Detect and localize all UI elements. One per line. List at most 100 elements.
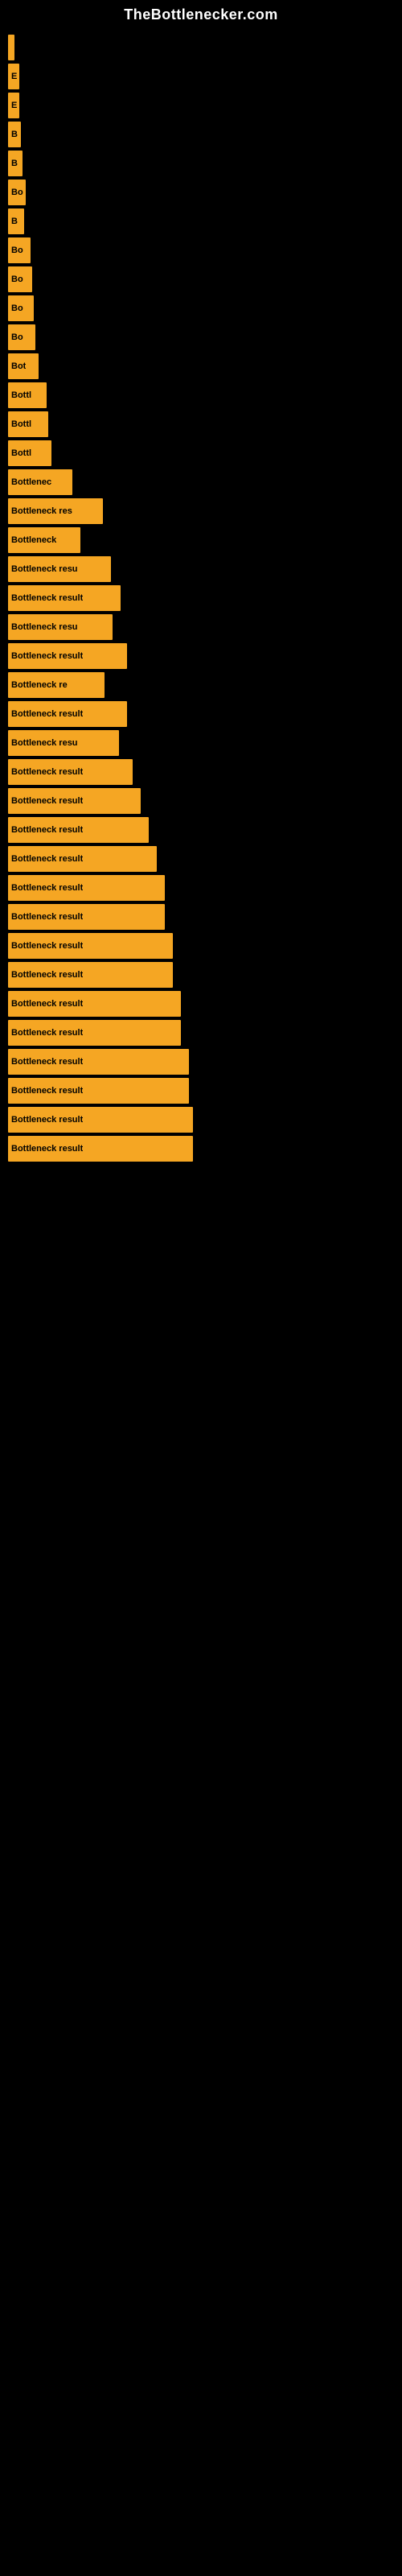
bar-row: Bottleneck result bbox=[8, 933, 402, 959]
bar-label: E bbox=[11, 101, 17, 110]
bar-label: Bo bbox=[11, 332, 23, 342]
bar-row: Bottleneck result bbox=[8, 585, 402, 611]
bar-row: Bottleneck result bbox=[8, 962, 402, 988]
bar-row: Bo bbox=[8, 180, 402, 205]
bar-label: Bottleneck result bbox=[11, 1028, 83, 1038]
bar-label: Bottleneck bbox=[11, 535, 56, 545]
bar-label: Bottleneck result bbox=[11, 1086, 83, 1096]
bar-row: Bottleneck resu bbox=[8, 614, 402, 640]
bar-item: B bbox=[8, 122, 21, 147]
bar-row: B bbox=[8, 151, 402, 176]
bar-item: Bo bbox=[8, 266, 32, 292]
bar-row: Bottleneck result bbox=[8, 788, 402, 814]
bar-item: Bottleneck result bbox=[8, 817, 149, 843]
bar-item: Bottleneck result bbox=[8, 1136, 193, 1162]
bar-label: Bottleneck result bbox=[11, 825, 83, 835]
bar-row: Bottleneck res bbox=[8, 498, 402, 524]
bar-label: Bottleneck resu bbox=[11, 738, 78, 748]
bar-label: Bottleneck result bbox=[11, 883, 83, 893]
bar-label: Bottleneck result bbox=[11, 999, 83, 1009]
bar-label: Bottleneck res bbox=[11, 506, 72, 516]
bar-row: Bottleneck result bbox=[8, 1049, 402, 1075]
bar-label: Bottleneck result bbox=[11, 796, 83, 806]
bar-item: Bottleneck res bbox=[8, 498, 103, 524]
bar-item: Bottleneck result bbox=[8, 991, 181, 1017]
bar-item: Bottleneck result bbox=[8, 701, 127, 727]
bar-row: Bot bbox=[8, 353, 402, 379]
bar-label: Bottleneck result bbox=[11, 593, 83, 603]
bar-label: Bottleneck result bbox=[11, 1057, 83, 1067]
bar-row: Bottl bbox=[8, 440, 402, 466]
bar-row: Bottleneck result bbox=[8, 817, 402, 843]
bar-item: Bottleneck result bbox=[8, 1107, 193, 1133]
bar-label: Bottleneck result bbox=[11, 912, 83, 922]
bar-row: B bbox=[8, 122, 402, 147]
bar-label: Bottleneck result bbox=[11, 651, 83, 661]
bar-row: Bo bbox=[8, 266, 402, 292]
bar-item: Bottleneck result bbox=[8, 643, 127, 669]
bar-label: Bottleneck result bbox=[11, 767, 83, 777]
bar-label: Bottleneck result bbox=[11, 970, 83, 980]
bar-row: Bottleneck result bbox=[8, 759, 402, 785]
bar-label: Bottl bbox=[11, 419, 31, 429]
bar-row: Bottleneck result bbox=[8, 701, 402, 727]
bar-label: Bo bbox=[11, 275, 23, 284]
bars-container: E E B B Bo B Bo Bo Bo Bo Bot Bottl Bottl Bottl Bottlen… bbox=[0, 27, 402, 1165]
bar-label: Bottleneck result bbox=[11, 1115, 83, 1125]
bar-label: Bo bbox=[11, 188, 23, 197]
bar-label: Bottleneck result bbox=[11, 854, 83, 864]
bar-item: B bbox=[8, 208, 24, 234]
bar-label: B bbox=[11, 217, 18, 226]
bar-item: Bottleneck result bbox=[8, 585, 121, 611]
bar-label: B bbox=[11, 159, 18, 168]
bar-row: Bottleneck result bbox=[8, 643, 402, 669]
bar-label: Bo bbox=[11, 303, 23, 313]
bar-item: Bottlenec bbox=[8, 469, 72, 495]
bar-item: Bottleneck result bbox=[8, 759, 133, 785]
bar-item: Bottleneck re bbox=[8, 672, 105, 698]
bar-item: Bottleneck result bbox=[8, 788, 141, 814]
bar-row: Bottleneck result bbox=[8, 1078, 402, 1104]
bar-row: Bo bbox=[8, 237, 402, 263]
bar-row: E bbox=[8, 64, 402, 89]
bar-row: Bottleneck bbox=[8, 527, 402, 553]
bar-row: Bottleneck result bbox=[8, 1020, 402, 1046]
bar-label: E bbox=[11, 72, 17, 81]
bar-item: E bbox=[8, 64, 19, 89]
bar-item: Bottl bbox=[8, 382, 47, 408]
site-title: TheBottlenecker.com bbox=[0, 0, 402, 27]
bar-item: Bottleneck bbox=[8, 527, 80, 553]
bar-item: Bo bbox=[8, 295, 34, 321]
bar-label: Bottleneck re bbox=[11, 680, 68, 690]
bar-item: Bot bbox=[8, 353, 39, 379]
bar-label: Bottleneck result bbox=[11, 709, 83, 719]
bar-row bbox=[8, 35, 402, 60]
bar-item: B bbox=[8, 151, 23, 176]
bar-item: Bottleneck result bbox=[8, 933, 173, 959]
bar-label: Bottleneck result bbox=[11, 1144, 83, 1154]
bar-row: Bottleneck resu bbox=[8, 556, 402, 582]
bar-item: Bottleneck result bbox=[8, 1049, 189, 1075]
bar-item: Bottleneck result bbox=[8, 1078, 189, 1104]
bar-item: Bottleneck result bbox=[8, 962, 173, 988]
bar-label: Bo bbox=[11, 246, 23, 255]
bar-row: Bottleneck result bbox=[8, 1136, 402, 1162]
bar-row: Bo bbox=[8, 295, 402, 321]
bar-item bbox=[8, 35, 14, 60]
bar-item: Bottleneck resu bbox=[8, 730, 119, 756]
bar-item: Bottleneck result bbox=[8, 904, 165, 930]
bar-item: Bottl bbox=[8, 440, 51, 466]
bar-label: Bottl bbox=[11, 390, 31, 400]
bar-label: Bottl bbox=[11, 448, 31, 458]
bar-row: Bottleneck resu bbox=[8, 730, 402, 756]
bar-label: Bottleneck result bbox=[11, 941, 83, 951]
bar-row: Bo bbox=[8, 324, 402, 350]
bar-row: Bottleneck result bbox=[8, 1107, 402, 1133]
bar-row: Bottlenec bbox=[8, 469, 402, 495]
bar-label: Bottleneck resu bbox=[11, 622, 78, 632]
bar-row: Bottleneck result bbox=[8, 846, 402, 872]
bar-row: Bottleneck re bbox=[8, 672, 402, 698]
bar-item: E bbox=[8, 93, 19, 118]
bar-row: E bbox=[8, 93, 402, 118]
bar-item: Bo bbox=[8, 237, 31, 263]
